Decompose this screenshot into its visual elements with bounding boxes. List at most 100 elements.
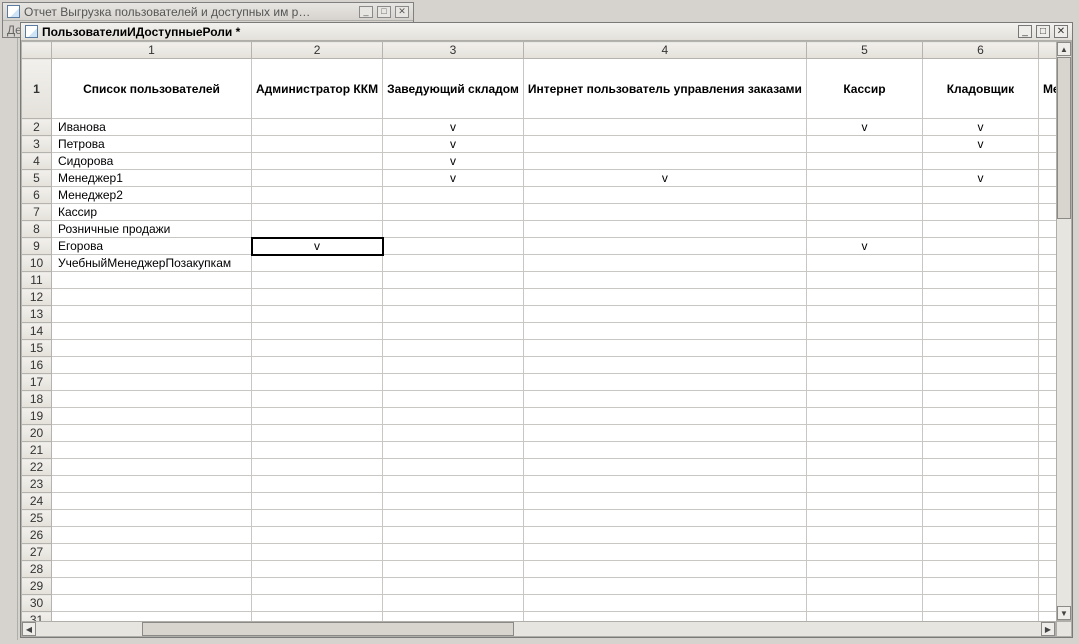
row-header[interactable]: 17 [22,374,52,391]
row-header[interactable]: 12 [22,289,52,306]
row-header[interactable]: 4 [22,153,52,170]
empty-cell[interactable] [806,408,922,425]
empty-cell[interactable] [252,493,383,510]
empty-cell[interactable] [52,510,252,527]
empty-cell[interactable] [1038,544,1056,561]
empty-cell[interactable] [806,459,922,476]
empty-cell[interactable] [806,612,922,622]
minimize-button[interactable]: _ [1018,25,1032,38]
role-mark-cell[interactable] [922,255,1038,272]
empty-cell[interactable] [252,510,383,527]
empty-cell[interactable] [252,357,383,374]
row-header[interactable]: 22 [22,459,52,476]
role-mark-cell[interactable] [922,204,1038,221]
empty-cell[interactable] [806,442,922,459]
empty-cell[interactable] [806,391,922,408]
empty-cell[interactable] [523,357,806,374]
empty-cell[interactable] [52,323,252,340]
empty-cell[interactable] [383,374,524,391]
empty-cell[interactable] [52,374,252,391]
role-mark-cell[interactable] [523,153,806,170]
row-header[interactable]: 27 [22,544,52,561]
empty-cell[interactable] [383,527,524,544]
empty-cell[interactable] [252,459,383,476]
role-mark-cell[interactable] [1038,221,1056,238]
maximize-button[interactable]: □ [377,6,391,18]
vertical-scrollbar[interactable]: ▲ ▼ [1056,41,1072,621]
empty-cell[interactable] [52,289,252,306]
table-header-col1[interactable]: Список пользователей [52,59,252,119]
empty-cell[interactable] [252,289,383,306]
empty-cell[interactable] [806,561,922,578]
role-mark-cell[interactable]: v [523,170,806,187]
empty-cell[interactable] [1038,408,1056,425]
role-mark-cell[interactable] [922,187,1038,204]
user-name-cell[interactable]: Егорова [52,238,252,255]
empty-cell[interactable] [1038,459,1056,476]
empty-cell[interactable] [383,561,524,578]
empty-cell[interactable] [52,442,252,459]
empty-cell[interactable] [52,340,252,357]
close-button[interactable]: ✕ [395,6,409,18]
empty-cell[interactable] [1038,374,1056,391]
empty-cell[interactable] [52,544,252,561]
table-header-col2[interactable]: Администратор ККМ [252,59,383,119]
empty-cell[interactable] [922,408,1038,425]
role-mark-cell[interactable] [523,119,806,136]
row-header[interactable]: 25 [22,510,52,527]
empty-cell[interactable] [252,340,383,357]
row-header[interactable]: 20 [22,425,52,442]
empty-cell[interactable] [383,612,524,622]
empty-cell[interactable] [523,544,806,561]
empty-cell[interactable] [922,561,1038,578]
role-mark-cell[interactable]: v [922,170,1038,187]
empty-cell[interactable] [1038,493,1056,510]
role-mark-cell[interactable]: v [806,238,922,255]
role-mark-cell[interactable] [252,153,383,170]
empty-cell[interactable] [52,459,252,476]
role-mark-cell[interactable] [252,255,383,272]
table-header-col4[interactable]: Интернет пользователь управления заказам… [523,59,806,119]
role-mark-cell[interactable] [383,255,524,272]
user-name-cell[interactable]: Менеджер2 [52,187,252,204]
empty-cell[interactable] [252,408,383,425]
role-mark-cell[interactable] [806,255,922,272]
empty-cell[interactable] [922,357,1038,374]
scroll-left-button[interactable]: ◀ [22,622,36,636]
empty-cell[interactable] [383,408,524,425]
table-header-col3[interactable]: Заведующий складом [383,59,524,119]
empty-cell[interactable] [922,272,1038,289]
role-mark-cell[interactable]: v [922,119,1038,136]
empty-cell[interactable] [252,561,383,578]
row-header[interactable]: 14 [22,323,52,340]
spreadsheet-grid[interactable]: 123456781Список пользователейАдминистрат… [21,41,1056,621]
empty-cell[interactable] [383,544,524,561]
empty-cell[interactable] [1038,289,1056,306]
empty-cell[interactable] [922,425,1038,442]
empty-cell[interactable] [1038,578,1056,595]
scroll-right-button[interactable]: ▶ [1041,622,1055,636]
empty-cell[interactable] [52,306,252,323]
role-mark-cell[interactable] [806,204,922,221]
empty-cell[interactable] [523,442,806,459]
empty-cell[interactable] [52,612,252,622]
empty-cell[interactable] [52,357,252,374]
empty-cell[interactable] [523,476,806,493]
horizontal-scrollbar[interactable]: ◀ ▶ [21,621,1056,637]
role-mark-cell[interactable] [523,204,806,221]
row-header[interactable]: 3 [22,136,52,153]
empty-cell[interactable] [922,578,1038,595]
row-header[interactable]: 2 [22,119,52,136]
empty-cell[interactable] [252,476,383,493]
empty-cell[interactable] [922,544,1038,561]
role-mark-cell[interactable] [383,238,524,255]
empty-cell[interactable] [1038,476,1056,493]
empty-cell[interactable] [806,595,922,612]
row-header[interactable]: 11 [22,272,52,289]
empty-cell[interactable] [52,493,252,510]
role-mark-cell[interactable] [252,204,383,221]
empty-cell[interactable] [806,493,922,510]
empty-cell[interactable] [806,527,922,544]
role-mark-cell[interactable] [523,238,806,255]
row-header[interactable]: 8 [22,221,52,238]
